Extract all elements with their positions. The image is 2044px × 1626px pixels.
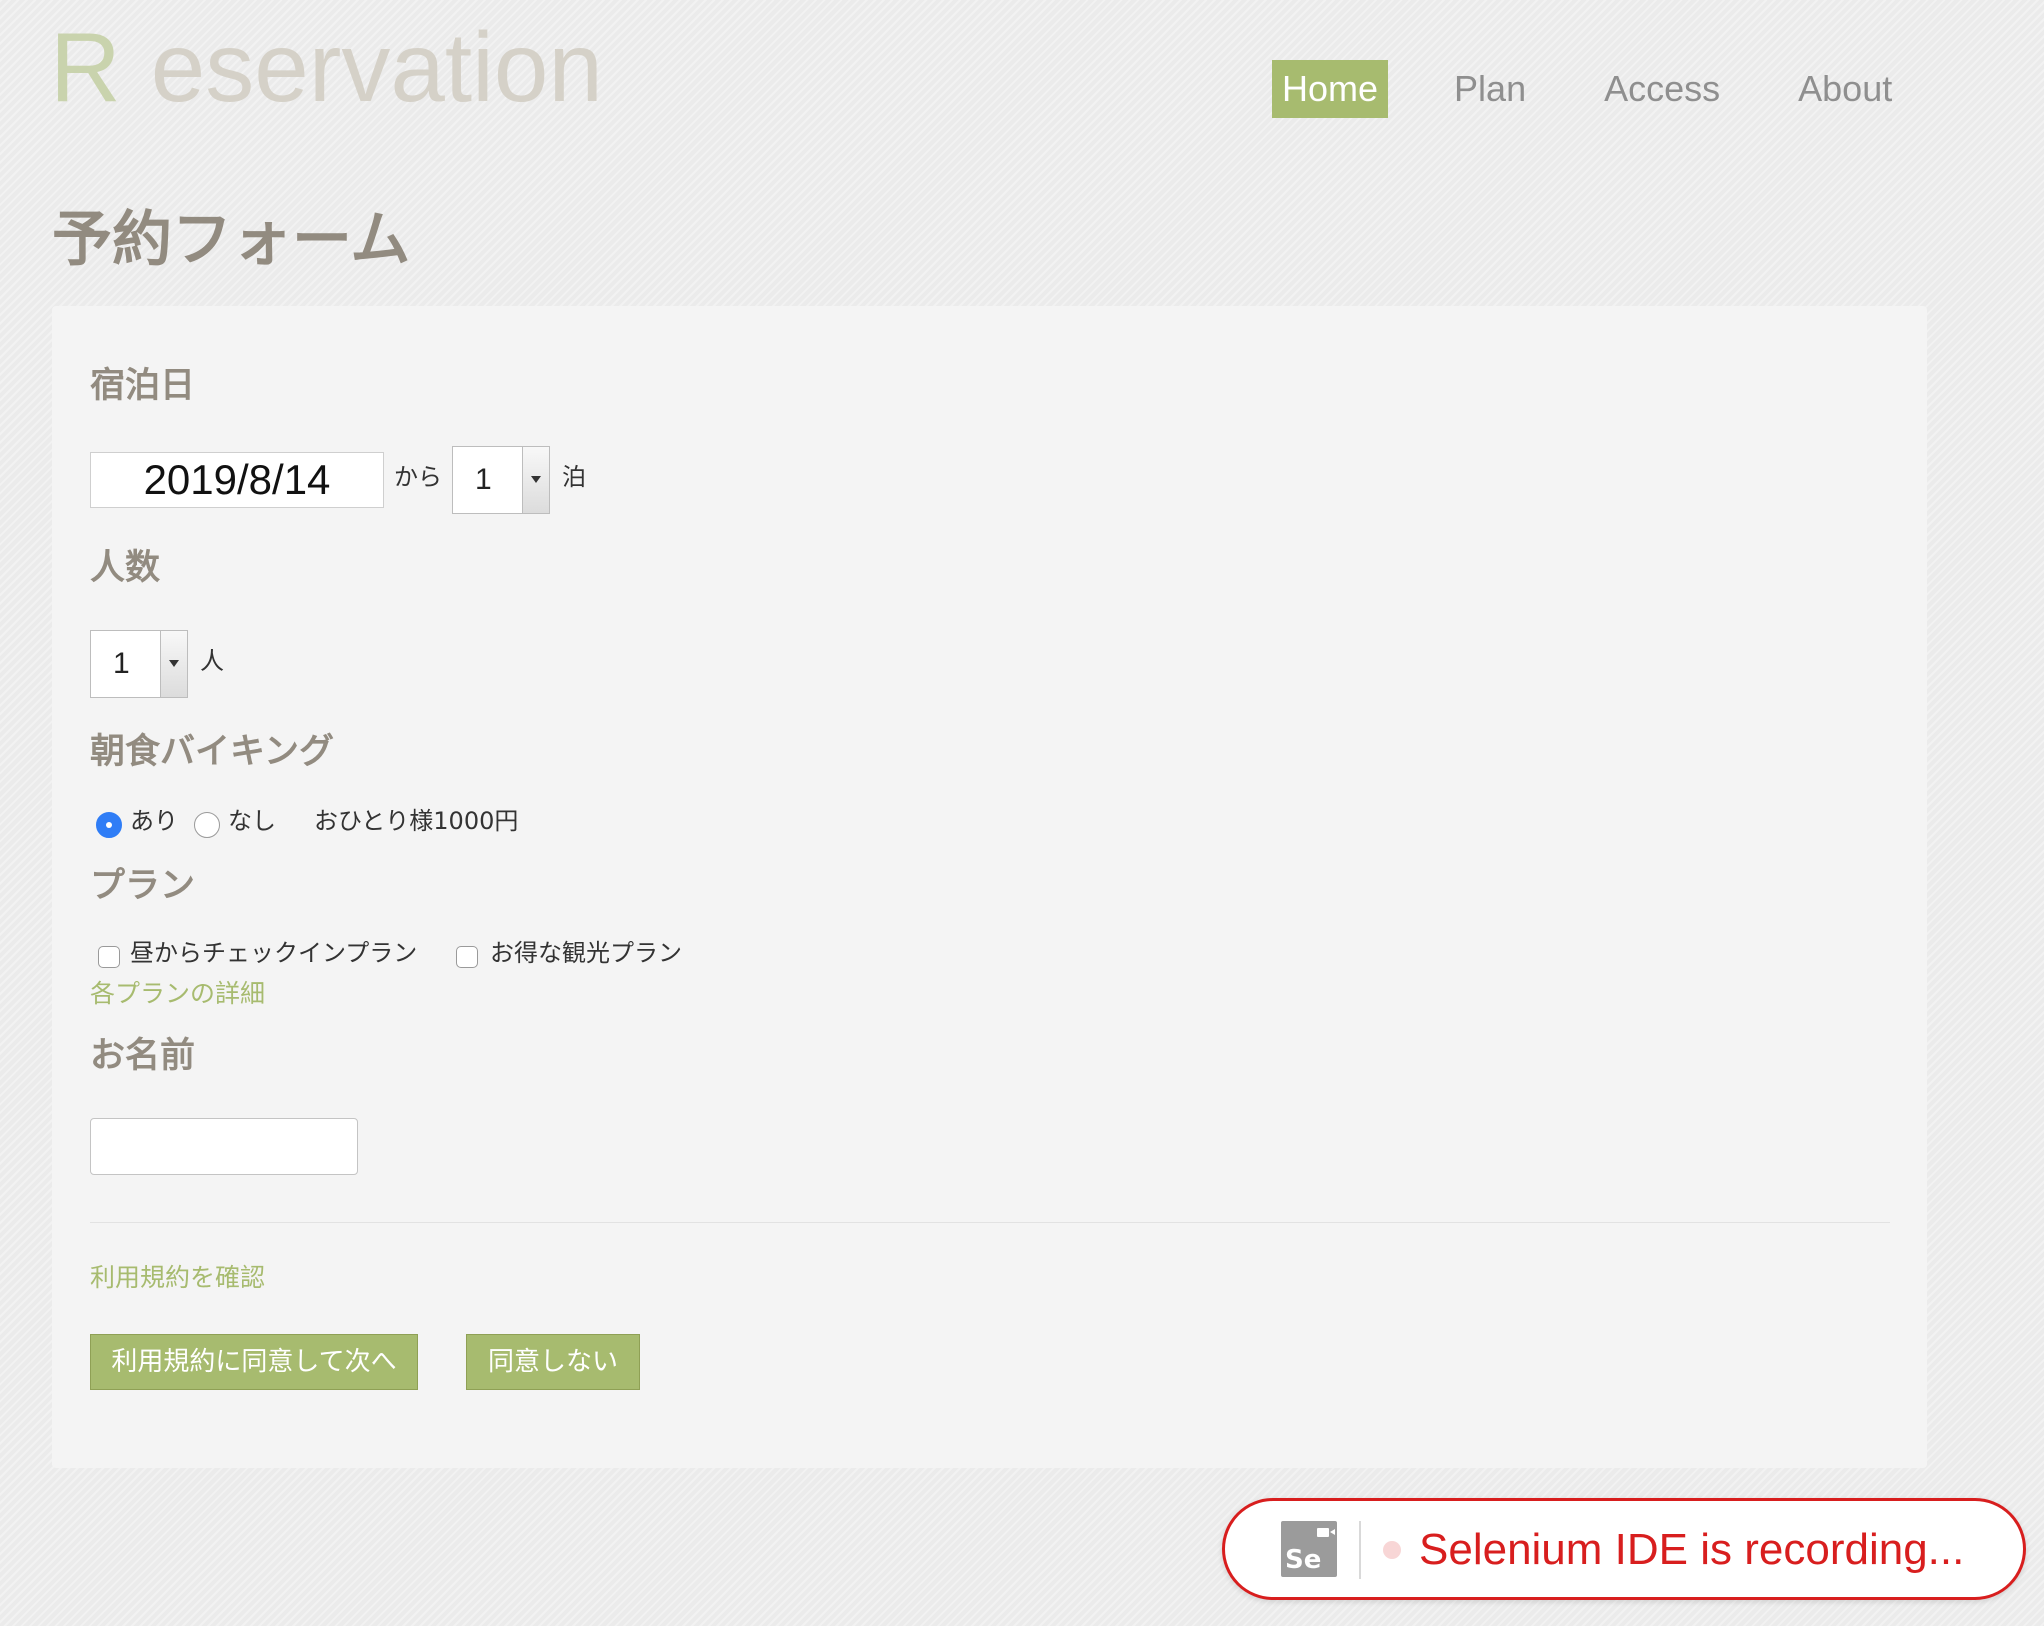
chevron-down-icon	[160, 631, 187, 697]
logo-text: eservation	[150, 12, 603, 122]
recording-dot-icon	[1383, 1541, 1401, 1559]
guests-label: 人数	[90, 548, 161, 588]
nav-about[interactable]: About	[1788, 60, 1902, 118]
name-label: お名前	[90, 1036, 196, 1076]
name-input[interactable]	[90, 1118, 358, 1175]
breakfast-no-label[interactable]: なし	[228, 806, 276, 836]
nav-plan[interactable]: Plan	[1444, 60, 1536, 118]
video-camera-icon	[1317, 1528, 1335, 1537]
nights-unit: 泊	[562, 463, 586, 491]
disagree-button[interactable]: 同意しない	[466, 1334, 640, 1390]
selenium-logo-icon: Se	[1281, 1521, 1337, 1577]
plans-label: プラン	[90, 866, 196, 906]
agree-next-button[interactable]: 利用規約に同意して次へ	[90, 1334, 418, 1390]
from-text: から	[394, 463, 442, 491]
guests-select[interactable]: 1	[90, 630, 188, 698]
logo-initial: R	[50, 12, 121, 122]
nav-home[interactable]: Home	[1272, 60, 1389, 118]
breakfast-no-radio[interactable]	[194, 812, 220, 838]
nav-access[interactable]: Access	[1594, 60, 1730, 118]
breakfast-yes-radio[interactable]	[96, 812, 122, 838]
guests-value: 1	[113, 647, 130, 680]
sightseeing-plan-checkbox[interactable]	[456, 946, 478, 968]
nights-value: 1	[475, 463, 492, 496]
terms-link[interactable]: 利用規約を確認	[90, 1262, 265, 1294]
early-checkin-plan-label[interactable]: 昼からチェックインプラン	[130, 938, 417, 968]
recording-status-text: Selenium IDE is recording...	[1419, 1525, 1965, 1574]
selenium-recording-indicator: Se Selenium IDE is recording...	[1222, 1498, 2026, 1600]
form-divider	[90, 1222, 1890, 1223]
stay-date-label: 宿泊日	[90, 366, 196, 406]
main-nav: Home Plan Access About	[1272, 60, 1902, 118]
separator	[1359, 1521, 1361, 1579]
early-checkin-plan-checkbox[interactable]	[98, 946, 120, 968]
sightseeing-plan-label[interactable]: お得な観光プラン	[490, 938, 682, 968]
chevron-down-icon	[522, 447, 549, 513]
selenium-logo-text: Se	[1285, 1545, 1322, 1575]
stay-date-input[interactable]	[90, 452, 384, 508]
breakfast-label: 朝食バイキング	[90, 732, 334, 772]
guests-unit: 人	[200, 647, 224, 675]
breakfast-price-note: おひとり様1000円	[314, 807, 519, 835]
site-logo: Reservation	[50, 12, 603, 122]
breakfast-yes-label[interactable]: あり	[130, 806, 178, 836]
page-title: 予約フォーム	[52, 205, 411, 275]
nights-select[interactable]: 1	[452, 446, 550, 514]
plan-details-link[interactable]: 各プランの詳細	[90, 978, 265, 1010]
